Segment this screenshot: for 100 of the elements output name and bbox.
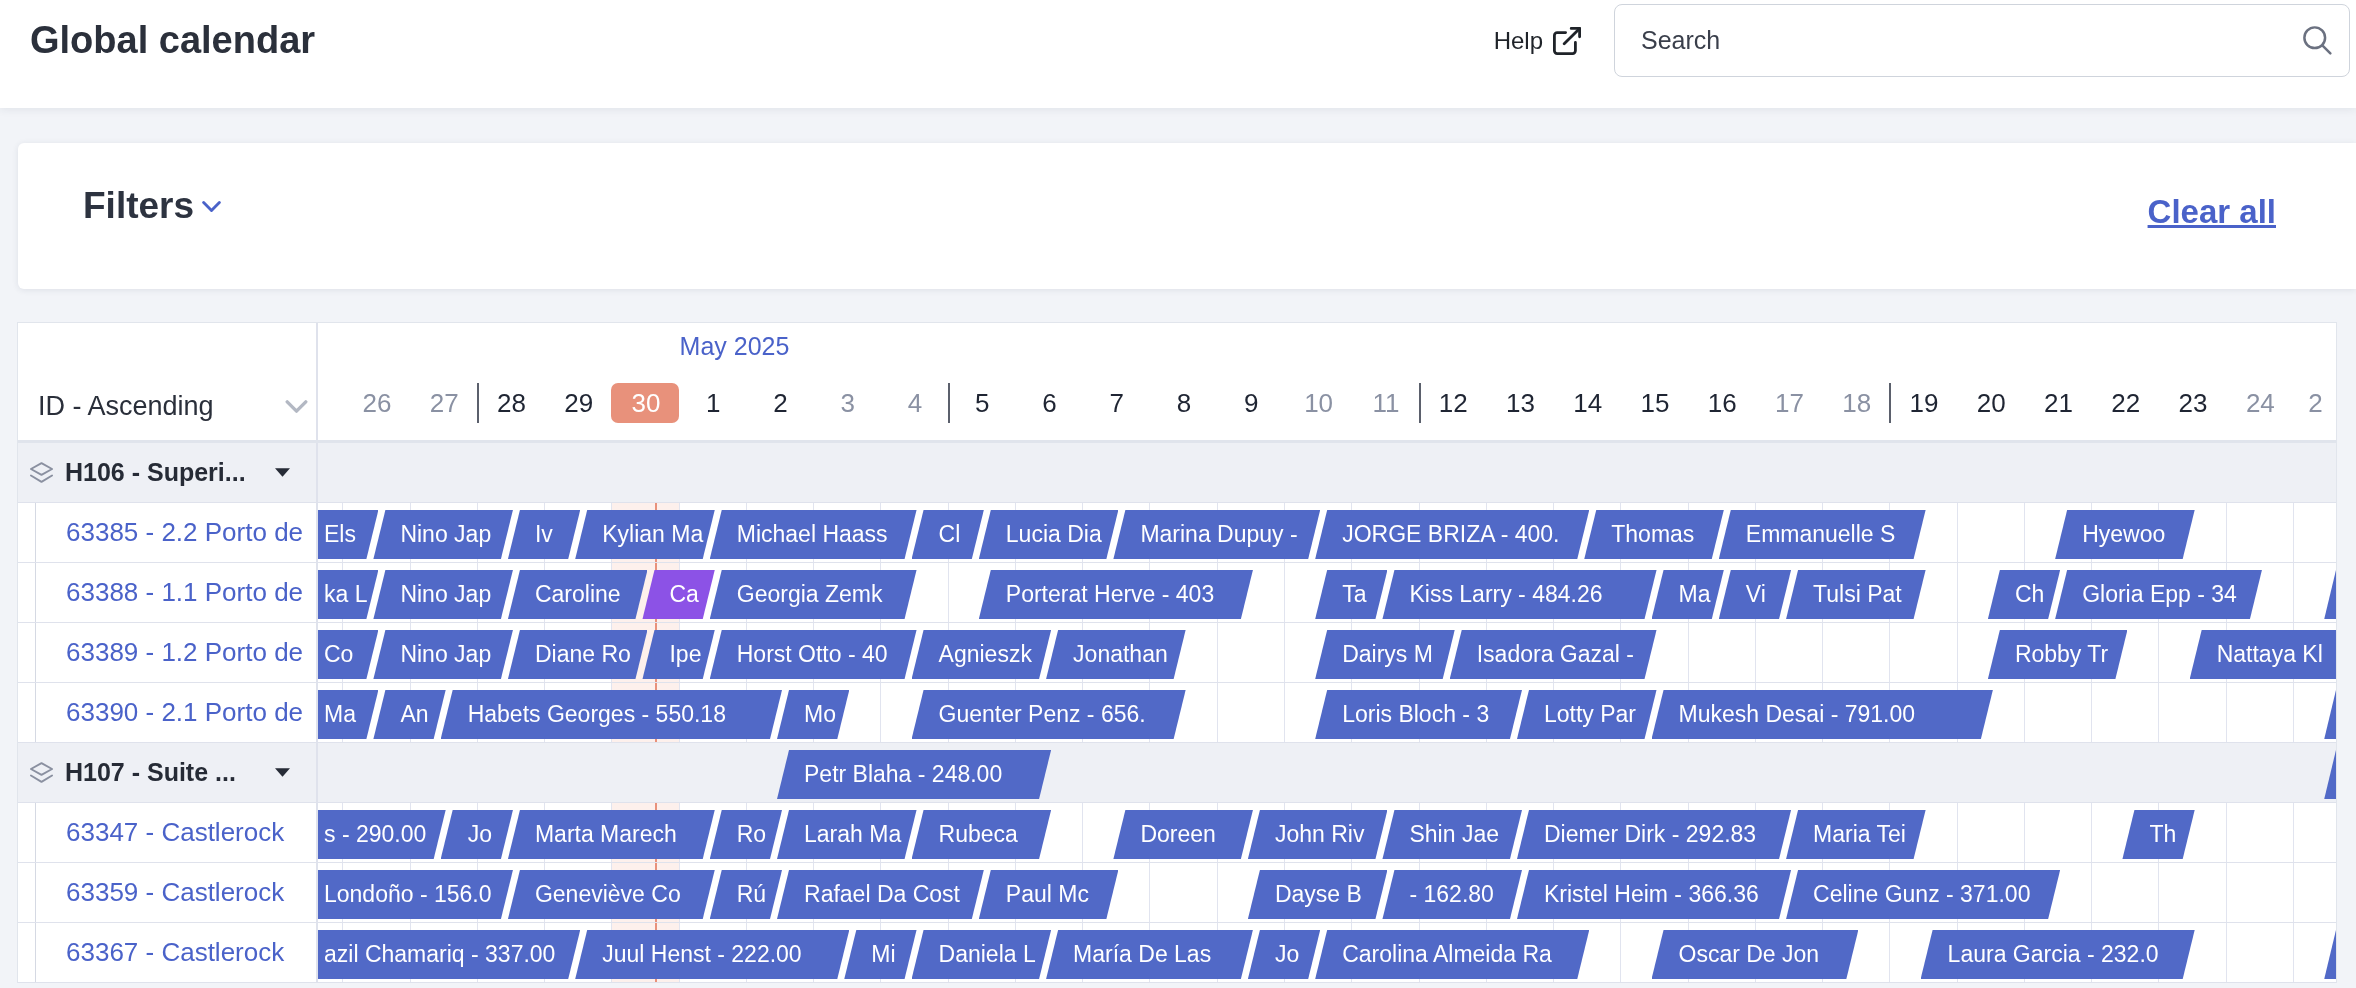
booking-bar[interactable]: Juul Henst - 222.00 bbox=[575, 930, 850, 979]
booking-bar[interactable]: Th bbox=[2122, 810, 2195, 859]
booking-bar[interactable]: Kylian Ma bbox=[575, 510, 715, 559]
booking-bar[interactable]: Hyewoo bbox=[2055, 510, 2195, 559]
booking-bar[interactable]: Mi bbox=[844, 930, 917, 979]
booking-bar[interactable]: Kristel Heim - 366.36 bbox=[1517, 870, 1792, 919]
booking-bar[interactable]: Celine Gunz - 371.00 bbox=[1786, 870, 2061, 919]
day-number: 26 bbox=[361, 387, 393, 420]
chevron-down-icon bbox=[202, 200, 222, 212]
booking-bar[interactable]: Mukesh Desai - 791.00 bbox=[1651, 690, 1993, 739]
day-number: 21 bbox=[2043, 387, 2074, 420]
booking-bar[interactable]: Ro bbox=[709, 810, 782, 859]
booking-bar[interactable]: Nattaya Kl bbox=[2189, 630, 2336, 679]
booking-bar[interactable]: An bbox=[373, 690, 446, 739]
booking-bar[interactable]: Diemer Dirk - 292.83 bbox=[1517, 810, 1792, 859]
booking-bar[interactable]: Larah Ma bbox=[777, 810, 917, 859]
caret-down-icon[interactable] bbox=[275, 468, 290, 477]
booking-bar[interactable]: Shin Jae bbox=[1382, 810, 1522, 859]
booking-bar[interactable]: Dairys M bbox=[1315, 630, 1455, 679]
caret-down-icon[interactable] bbox=[275, 768, 290, 777]
booking-bar[interactable]: Thomas bbox=[1584, 510, 1724, 559]
booking-bar[interactable]: azil Chamariq - 337.00 bbox=[318, 930, 581, 979]
booking-bar[interactable]: Horst Otto - 40 bbox=[709, 630, 917, 679]
booking-bar[interactable]: Caroline bbox=[507, 570, 648, 619]
day-number: 1 bbox=[705, 387, 722, 420]
booking-bar[interactable]: Robby Tr bbox=[1987, 630, 2128, 679]
booking-bar[interactable]: Jo bbox=[440, 810, 513, 859]
booking-bar[interactable]: Marina Dupuy - bbox=[1113, 510, 1321, 559]
booking-bar[interactable]: Marta Marech bbox=[507, 810, 715, 859]
booking-bar[interactable]: Kiss Larry - 484.26 bbox=[1382, 570, 1657, 619]
day-number: 18 bbox=[1841, 387, 1873, 420]
booking-bar[interactable]: Isadora Gazal - bbox=[1449, 630, 1657, 679]
booking-bar[interactable]: s - 290.00 bbox=[318, 810, 446, 859]
chevron-down-icon bbox=[285, 400, 308, 413]
booking-bar[interactable]: Rubeca bbox=[911, 810, 1052, 859]
booking-bar[interactable]: JORGE BRIZA - 400. bbox=[1315, 510, 1590, 559]
booking-bar[interactable]: Mo bbox=[777, 690, 850, 739]
booking-bar[interactable]: Agnieszk bbox=[911, 630, 1052, 679]
unit-link[interactable]: 63385 - 2.2 Porto de bbox=[66, 517, 304, 548]
booking-bar[interactable]: Nino Jap bbox=[373, 510, 513, 559]
booking-bar[interactable]: Vi bbox=[1718, 570, 1792, 619]
booking-bar[interactable]: Emmanuelle S bbox=[1718, 510, 1926, 559]
booking-bar[interactable]: María De Las bbox=[1046, 930, 1253, 979]
booking-bar[interactable]: John Riv bbox=[1247, 810, 1388, 859]
booking-bar[interactable]: Ipe bbox=[642, 630, 715, 679]
booking-bar[interactable]: Geneviève Co bbox=[507, 870, 715, 919]
help-link[interactable]: Help bbox=[1493, 4, 1581, 77]
booking-bar[interactable]: Ma bbox=[1651, 570, 1724, 619]
booking-bar[interactable]: Oscar De Jon bbox=[1651, 930, 1859, 979]
unit-link[interactable]: 63347 - Castlerock bbox=[66, 817, 285, 848]
sort-select[interactable]: ID - Ascending bbox=[38, 386, 308, 427]
day-number: 9 bbox=[1243, 387, 1260, 420]
booking-bar[interactable]: Ma bbox=[318, 690, 379, 739]
booking-bar[interactable]: Porterat Herve - 403 bbox=[978, 570, 1253, 619]
booking-bar[interactable]: Jo bbox=[1247, 930, 1321, 979]
booking-bar[interactable]: Ch bbox=[1987, 570, 2061, 619]
clear-all-link[interactable]: Clear all bbox=[2147, 192, 2276, 232]
booking-bar[interactable]: Habets Georges - 550.18 bbox=[440, 690, 782, 739]
booking-bar[interactable]: Daniela L bbox=[911, 930, 1052, 979]
day-number: 10 bbox=[1303, 387, 1335, 420]
unit-link[interactable]: 63390 - 2.1 Porto de bbox=[66, 697, 304, 728]
booking-bar[interactable]: Lucia Dia bbox=[978, 510, 1119, 559]
booking-bar[interactable]: Michael Haass bbox=[709, 510, 917, 559]
booking-bar[interactable]: Cl bbox=[911, 510, 984, 559]
month-label: May 2025 bbox=[679, 331, 790, 361]
search-field[interactable]: Search bbox=[1614, 4, 2350, 77]
booking-bar[interactable]: Diane Ro bbox=[507, 630, 648, 679]
booking-bar[interactable]: Els bbox=[318, 510, 379, 559]
booking-bar[interactable]: Guenter Penz - 656. bbox=[911, 690, 1186, 739]
booking-bar[interactable]: Doreen bbox=[1113, 810, 1253, 859]
booking-bar[interactable]: Dayse B bbox=[1247, 870, 1388, 919]
filters-toggle[interactable]: Filters bbox=[83, 185, 222, 227]
booking-bar[interactable]: Iv bbox=[507, 510, 581, 559]
booking-bar[interactable]: Rafael Da Cost bbox=[777, 870, 984, 919]
day-number: 20 bbox=[1975, 387, 2007, 420]
unit-link[interactable]: 63359 - Castlerock bbox=[66, 877, 285, 908]
booking-bar[interactable]: ka L bbox=[318, 570, 379, 619]
unit-link[interactable]: 63389 - 1.2 Porto de bbox=[66, 637, 304, 668]
booking-bar[interactable]: Gloria Epp - 34 bbox=[2055, 570, 2262, 619]
booking-bar[interactable]: Londoño - 156.0 bbox=[318, 870, 513, 919]
booking-bar[interactable]: Loris Bloch - 3 bbox=[1315, 690, 1522, 739]
booking-bar[interactable]: - 162.80 bbox=[1382, 870, 1522, 919]
booking-bar[interactable]: Maria Tei bbox=[1786, 810, 1926, 859]
unit-link[interactable]: 63367 - Castlerock bbox=[66, 937, 285, 968]
booking-bar[interactable]: Laura Garcia - 232.0 bbox=[1920, 930, 2195, 979]
booking-bar[interactable]: Jonathan bbox=[1046, 630, 1186, 679]
booking-bar[interactable]: Nino Jap bbox=[373, 570, 513, 619]
booking-bar[interactable]: Ta bbox=[1315, 570, 1388, 619]
booking-bar[interactable]: Petr Blaha - 248.00 bbox=[777, 750, 1052, 799]
search-icon[interactable] bbox=[2303, 26, 2332, 55]
booking-bar[interactable]: Paul Mc bbox=[978, 870, 1119, 919]
booking-bar[interactable]: Ca bbox=[642, 570, 715, 619]
booking-bar[interactable]: Lotty Par bbox=[1517, 690, 1657, 739]
booking-bar[interactable]: Co bbox=[318, 630, 379, 679]
booking-bar[interactable]: Georgia Zemk bbox=[709, 570, 917, 619]
booking-bar[interactable]: Carolina Almeida Ra bbox=[1315, 930, 1590, 979]
unit-link[interactable]: 63388 - 1.1 Porto de bbox=[66, 577, 304, 608]
booking-bar[interactable]: Rú bbox=[709, 870, 782, 919]
booking-bar[interactable]: Nino Jap bbox=[373, 630, 513, 679]
booking-bar[interactable]: Tulsi Pat bbox=[1786, 570, 1926, 619]
